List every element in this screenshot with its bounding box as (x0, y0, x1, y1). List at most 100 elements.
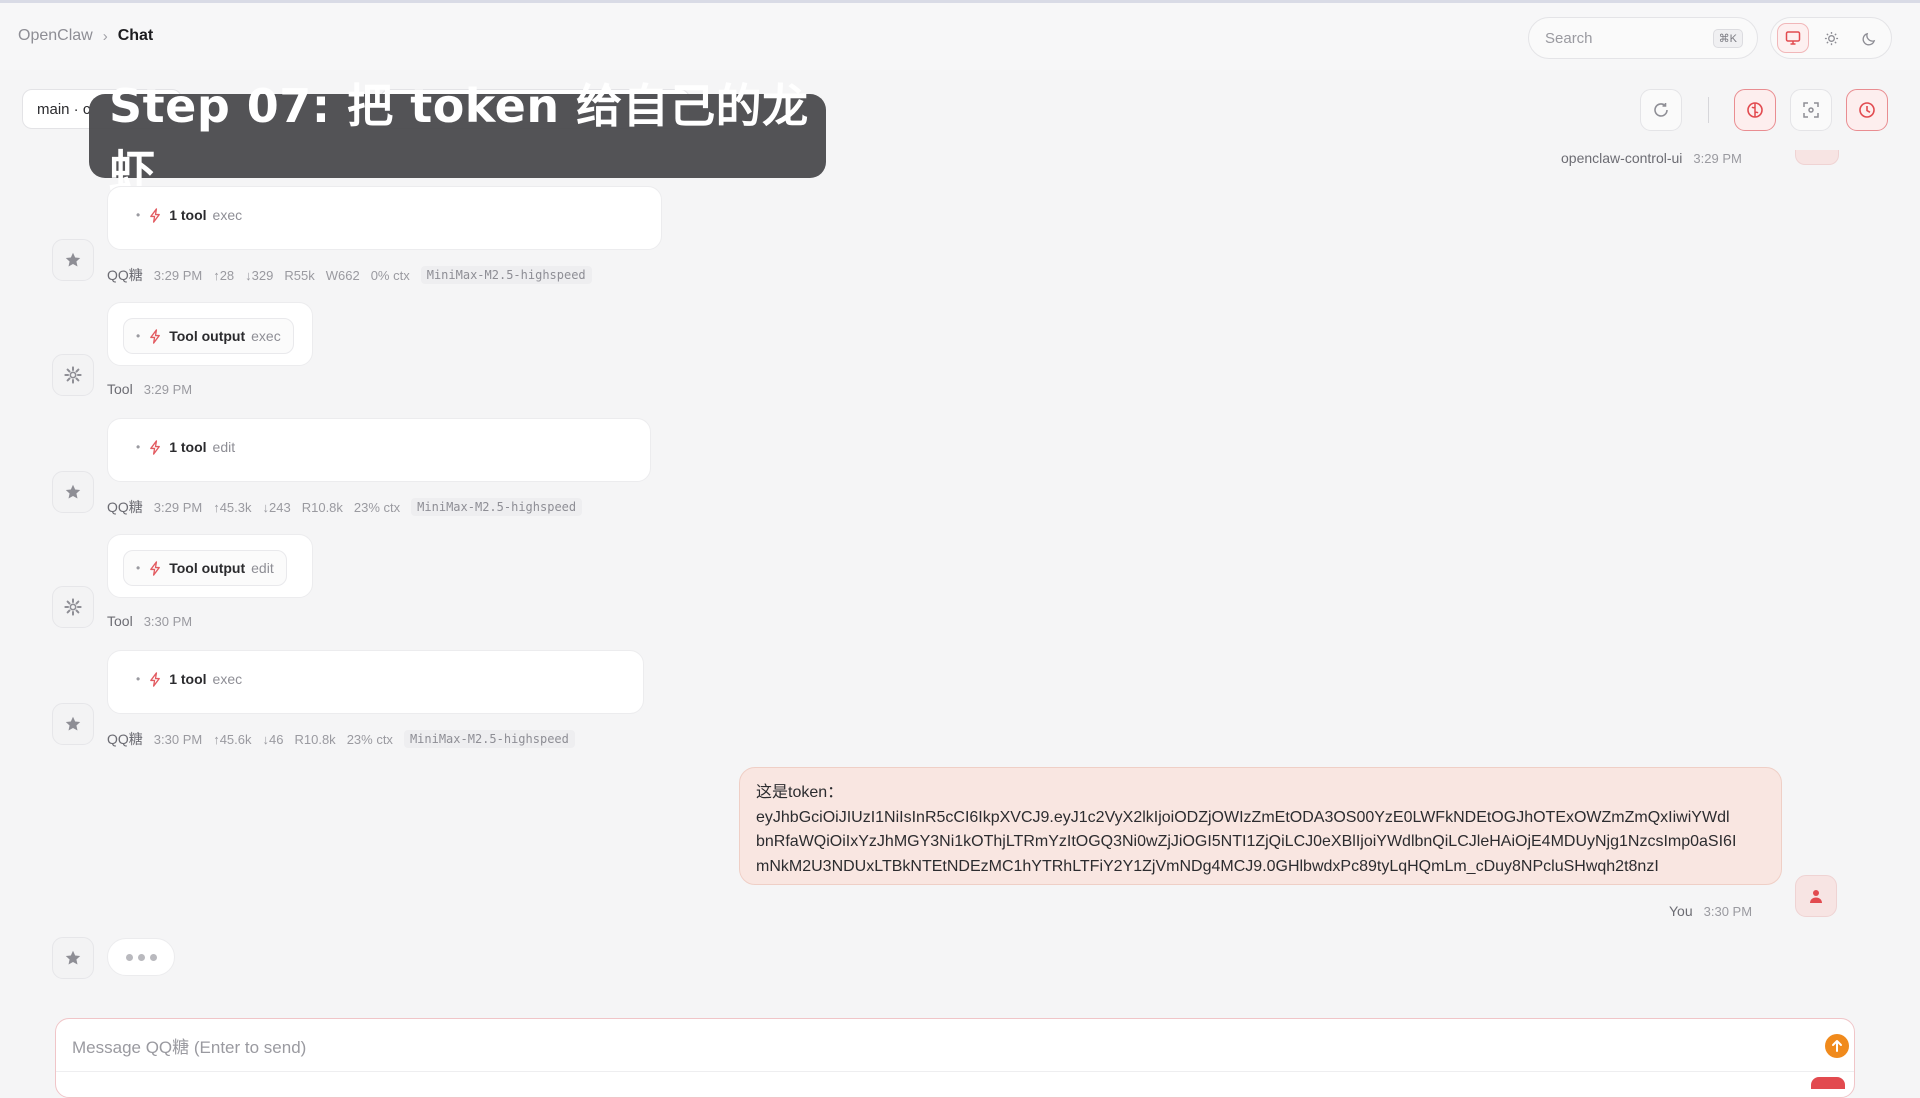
breadcrumb-current: Chat (117, 27, 154, 44)
message-meta: Tool 3:30 PM (107, 613, 192, 629)
gear-icon (64, 598, 82, 616)
tool-message-bubble: • Tool output edit (107, 534, 313, 598)
assistant-message-bubble: • 1 tool exec (107, 186, 662, 250)
tool-summary-row[interactable]: • 1 tool edit (136, 439, 235, 455)
theme-switcher (1770, 17, 1892, 59)
star-icon (65, 950, 81, 965)
meta-tokens-up: ↑28 (213, 267, 235, 283)
tutorial-step-banner: Step 07: 把 token 给自己的龙虾 (89, 79, 826, 199)
message-meta: Tool 3:29 PM (107, 381, 192, 397)
bullet-dot: • (136, 440, 141, 454)
message-meta: QQ糖 3:29 PM ↑45.3k ↓243 R10.8k 23% ctx M… (107, 497, 583, 517)
user-message-bubble: 这是token： eyJhbGciOiJIUzI1NiIsInR5cCI6Ikp… (739, 767, 1782, 885)
meta-sender: QQ糖 (107, 731, 143, 747)
bullet-dot: • (136, 561, 141, 575)
lightning-icon (150, 207, 161, 223)
assistant-avatar (52, 471, 94, 513)
model-tag: MiniMax-M2.5-highspeed (411, 498, 583, 516)
search-shortcut: ⌘K (1712, 29, 1743, 48)
star-icon (65, 484, 81, 499)
meta-time: 3:30 PM (1703, 903, 1753, 919)
meta-tokens-down: ↓243 (262, 499, 291, 515)
bullet-dot: • (136, 329, 141, 343)
assistant-avatar (52, 703, 94, 745)
tool-avatar (52, 586, 94, 628)
typing-dot (125, 953, 133, 961)
assistant-avatar (52, 937, 94, 979)
tool-summary-row[interactable]: • 1 tool exec (136, 671, 242, 687)
token-line: eyJhbGciOiJIUzI1NiIsInR5cCI6IkpXVCJ9.eyJ… (756, 808, 1730, 826)
sun-icon (1824, 31, 1838, 45)
token-line: mNkM2U3NDUxLTBkNTEtNDEzMC1hYTRhLTFiY2Y1Z… (756, 857, 1659, 875)
user-avatar (1795, 875, 1837, 917)
breadcrumb: OpenClaw › Chat (18, 27, 153, 45)
lightning-icon (150, 328, 161, 344)
meta-time: 3:29 PM (1693, 150, 1742, 166)
focus-mode-button[interactable] (1790, 89, 1832, 131)
meta-cache-read: R55k (284, 267, 315, 283)
user-avatar-partial (1795, 150, 1839, 165)
history-button[interactable] (1846, 89, 1888, 131)
thinking-toggle-button[interactable] (1734, 89, 1776, 131)
bullet-dot: • (136, 208, 141, 222)
bullet-dot: • (136, 672, 141, 686)
token-line: bnRfaWQiOiIxYzJhMGY3Ni1kOThjLTRmYzItOGQ3… (756, 833, 1737, 850)
message-meta: QQ糖 3:29 PM ↑28 ↓329 R55k W662 0% ctx Mi… (107, 265, 592, 285)
tool-avatar (52, 354, 94, 396)
tool-output-label: Tool output (169, 560, 246, 576)
tool-message-bubble: • Tool output exec (107, 302, 313, 366)
theme-dark-button[interactable] (1853, 23, 1885, 53)
arrow-up-icon (1832, 1040, 1842, 1052)
lightning-icon (150, 671, 161, 687)
tool-summary-row[interactable]: • 1 tool exec (136, 207, 242, 223)
meta-sender: You (1669, 903, 1693, 919)
composer-action-button[interactable] (1811, 1077, 1845, 1089)
send-button[interactable] (1825, 1034, 1849, 1058)
theme-light-button[interactable] (1815, 23, 1847, 53)
model-tag: MiniMax-M2.5-highspeed (420, 266, 592, 284)
message-meta: openclaw-control-ui 3:29 PM (1561, 150, 1742, 166)
clock-icon (1859, 102, 1875, 118)
lightning-icon (150, 560, 161, 576)
tool-count: 1 tool (169, 207, 207, 223)
tool-type: exec (212, 671, 243, 687)
meta-sender: openclaw-control-ui (1561, 150, 1683, 166)
tool-type: exec (212, 207, 243, 223)
meta-tokens-down: ↓329 (245, 267, 274, 283)
meta-sender: QQ糖 (107, 267, 143, 283)
tool-type: exec (251, 328, 281, 344)
meta-cache-read: R10.8k (301, 499, 343, 515)
message-meta: QQ糖 3:30 PM ↑45.6k ↓46 R10.8k 23% ctx Mi… (107, 729, 575, 749)
meta-cache-write: W662 (325, 267, 360, 283)
assistant-message-bubble: • 1 tool edit (107, 418, 651, 482)
breadcrumb-root[interactable]: OpenClaw (18, 27, 93, 45)
refresh-button[interactable] (1640, 89, 1682, 131)
tool-output-pill[interactable]: • Tool output exec (123, 318, 294, 354)
theme-system-button[interactable] (1777, 23, 1809, 53)
tool-output-pill[interactable]: • Tool output edit (123, 550, 287, 586)
assistant-avatar (52, 239, 94, 281)
meta-time: 3:29 PM (153, 267, 203, 283)
breadcrumb-separator: › (102, 27, 108, 45)
meta-time: 3:30 PM (143, 613, 193, 629)
meta-sender: Tool (107, 613, 133, 629)
meta-sender: QQ糖 (107, 499, 143, 515)
message-input[interactable] (70, 1033, 1774, 1063)
tool-count: 1 tool (169, 671, 207, 687)
search-input[interactable]: Search ⌘K (1528, 17, 1758, 59)
meta-time: 3:30 PM (153, 731, 203, 747)
message-composer (55, 1018, 1855, 1098)
meta-sender: Tool (107, 381, 133, 397)
assistant-message-bubble: • 1 tool exec (107, 650, 644, 714)
lightning-icon (150, 439, 161, 455)
tool-count: 1 tool (169, 439, 207, 455)
user-message-line: 这是token： (756, 784, 844, 801)
meta-time: 3:29 PM (153, 499, 203, 515)
composer-divider (56, 1071, 1854, 1072)
monitor-icon (1785, 31, 1801, 45)
meta-context: 23% ctx (346, 731, 393, 747)
star-icon (65, 252, 81, 267)
moon-icon (1862, 32, 1875, 45)
top-bar: OpenClaw › Chat Search ⌘K (0, 0, 1920, 70)
focus-icon (1803, 102, 1819, 118)
